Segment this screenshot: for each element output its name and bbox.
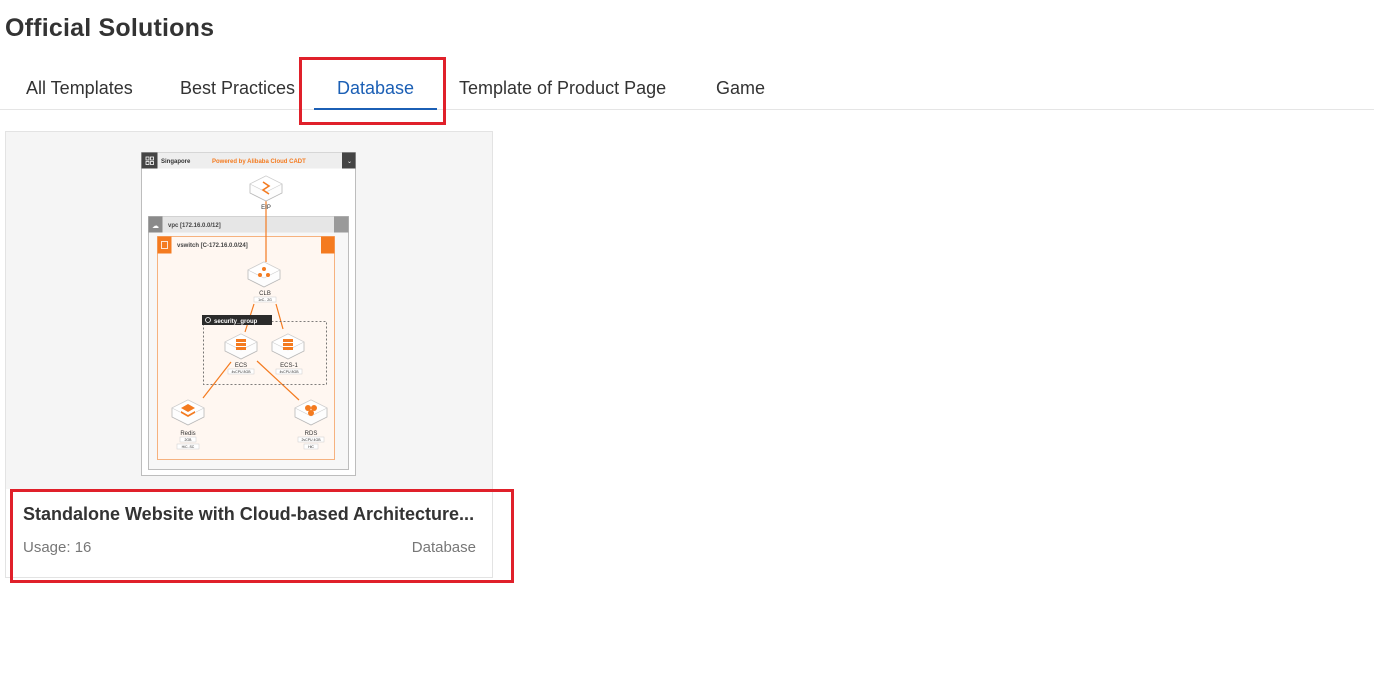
tab-template-of-product-page[interactable]: Template of Product Page [459, 66, 666, 109]
template-card[interactable]: Singapore Powered by Alibaba Cloud CADT … [5, 131, 493, 578]
clb-label: CLB [259, 291, 271, 297]
ecs-1-label: ECS-1 [280, 363, 298, 369]
collapse-icon: ⌄ [347, 159, 352, 165]
tab-database[interactable]: Database [313, 66, 438, 110]
ecs-label: ECS [235, 363, 247, 369]
tab-best-practices[interactable]: Best Practices [180, 66, 295, 109]
region-label: Singapore [161, 159, 191, 165]
ecs-spec: 4vCPU 8GB [231, 370, 251, 374]
clb-spec: 1vC.. 2G [258, 298, 272, 302]
vpc-label: vpc [172.16.0.0/12] [168, 223, 221, 229]
tab-all-templates[interactable]: All Templates [26, 66, 133, 109]
rds-spec-size: 2vCPU 4GB [301, 438, 321, 442]
card-title[interactable]: Standalone Website with Cloud-based Arch… [23, 504, 479, 525]
rds-label: RDS [305, 431, 318, 437]
page-title: Official Solutions [5, 14, 215, 42]
template-thumbnail: Singapore Powered by Alibaba Cloud CADT … [6, 132, 492, 489]
card-category: Database [411, 539, 476, 556]
rds-spec-tier: HiC [308, 445, 314, 449]
ecs-1-spec: 4vCPU 8GB [279, 370, 299, 374]
card-usage: Usage: 16 [23, 539, 92, 556]
architecture-diagram: Singapore Powered by Alibaba Cloud CADT … [141, 152, 356, 476]
tab-bar: All Templates Best Practices Database Te… [0, 66, 1374, 110]
redis-spec-tier: HiC..SC [182, 445, 195, 449]
eip-label: EIP [261, 205, 271, 211]
vswitch-label: vswitch [C-172.16.0.0/24] [177, 243, 248, 249]
redis-spec-memory: 2GB [184, 438, 192, 442]
cloud-icon: ☁ [152, 223, 159, 230]
redis-label: Redis [180, 431, 195, 437]
tab-game[interactable]: Game [716, 66, 765, 109]
security-group-label: security_group [214, 319, 258, 325]
powered-by-label: Powered by Alibaba Cloud CADT [212, 159, 306, 165]
